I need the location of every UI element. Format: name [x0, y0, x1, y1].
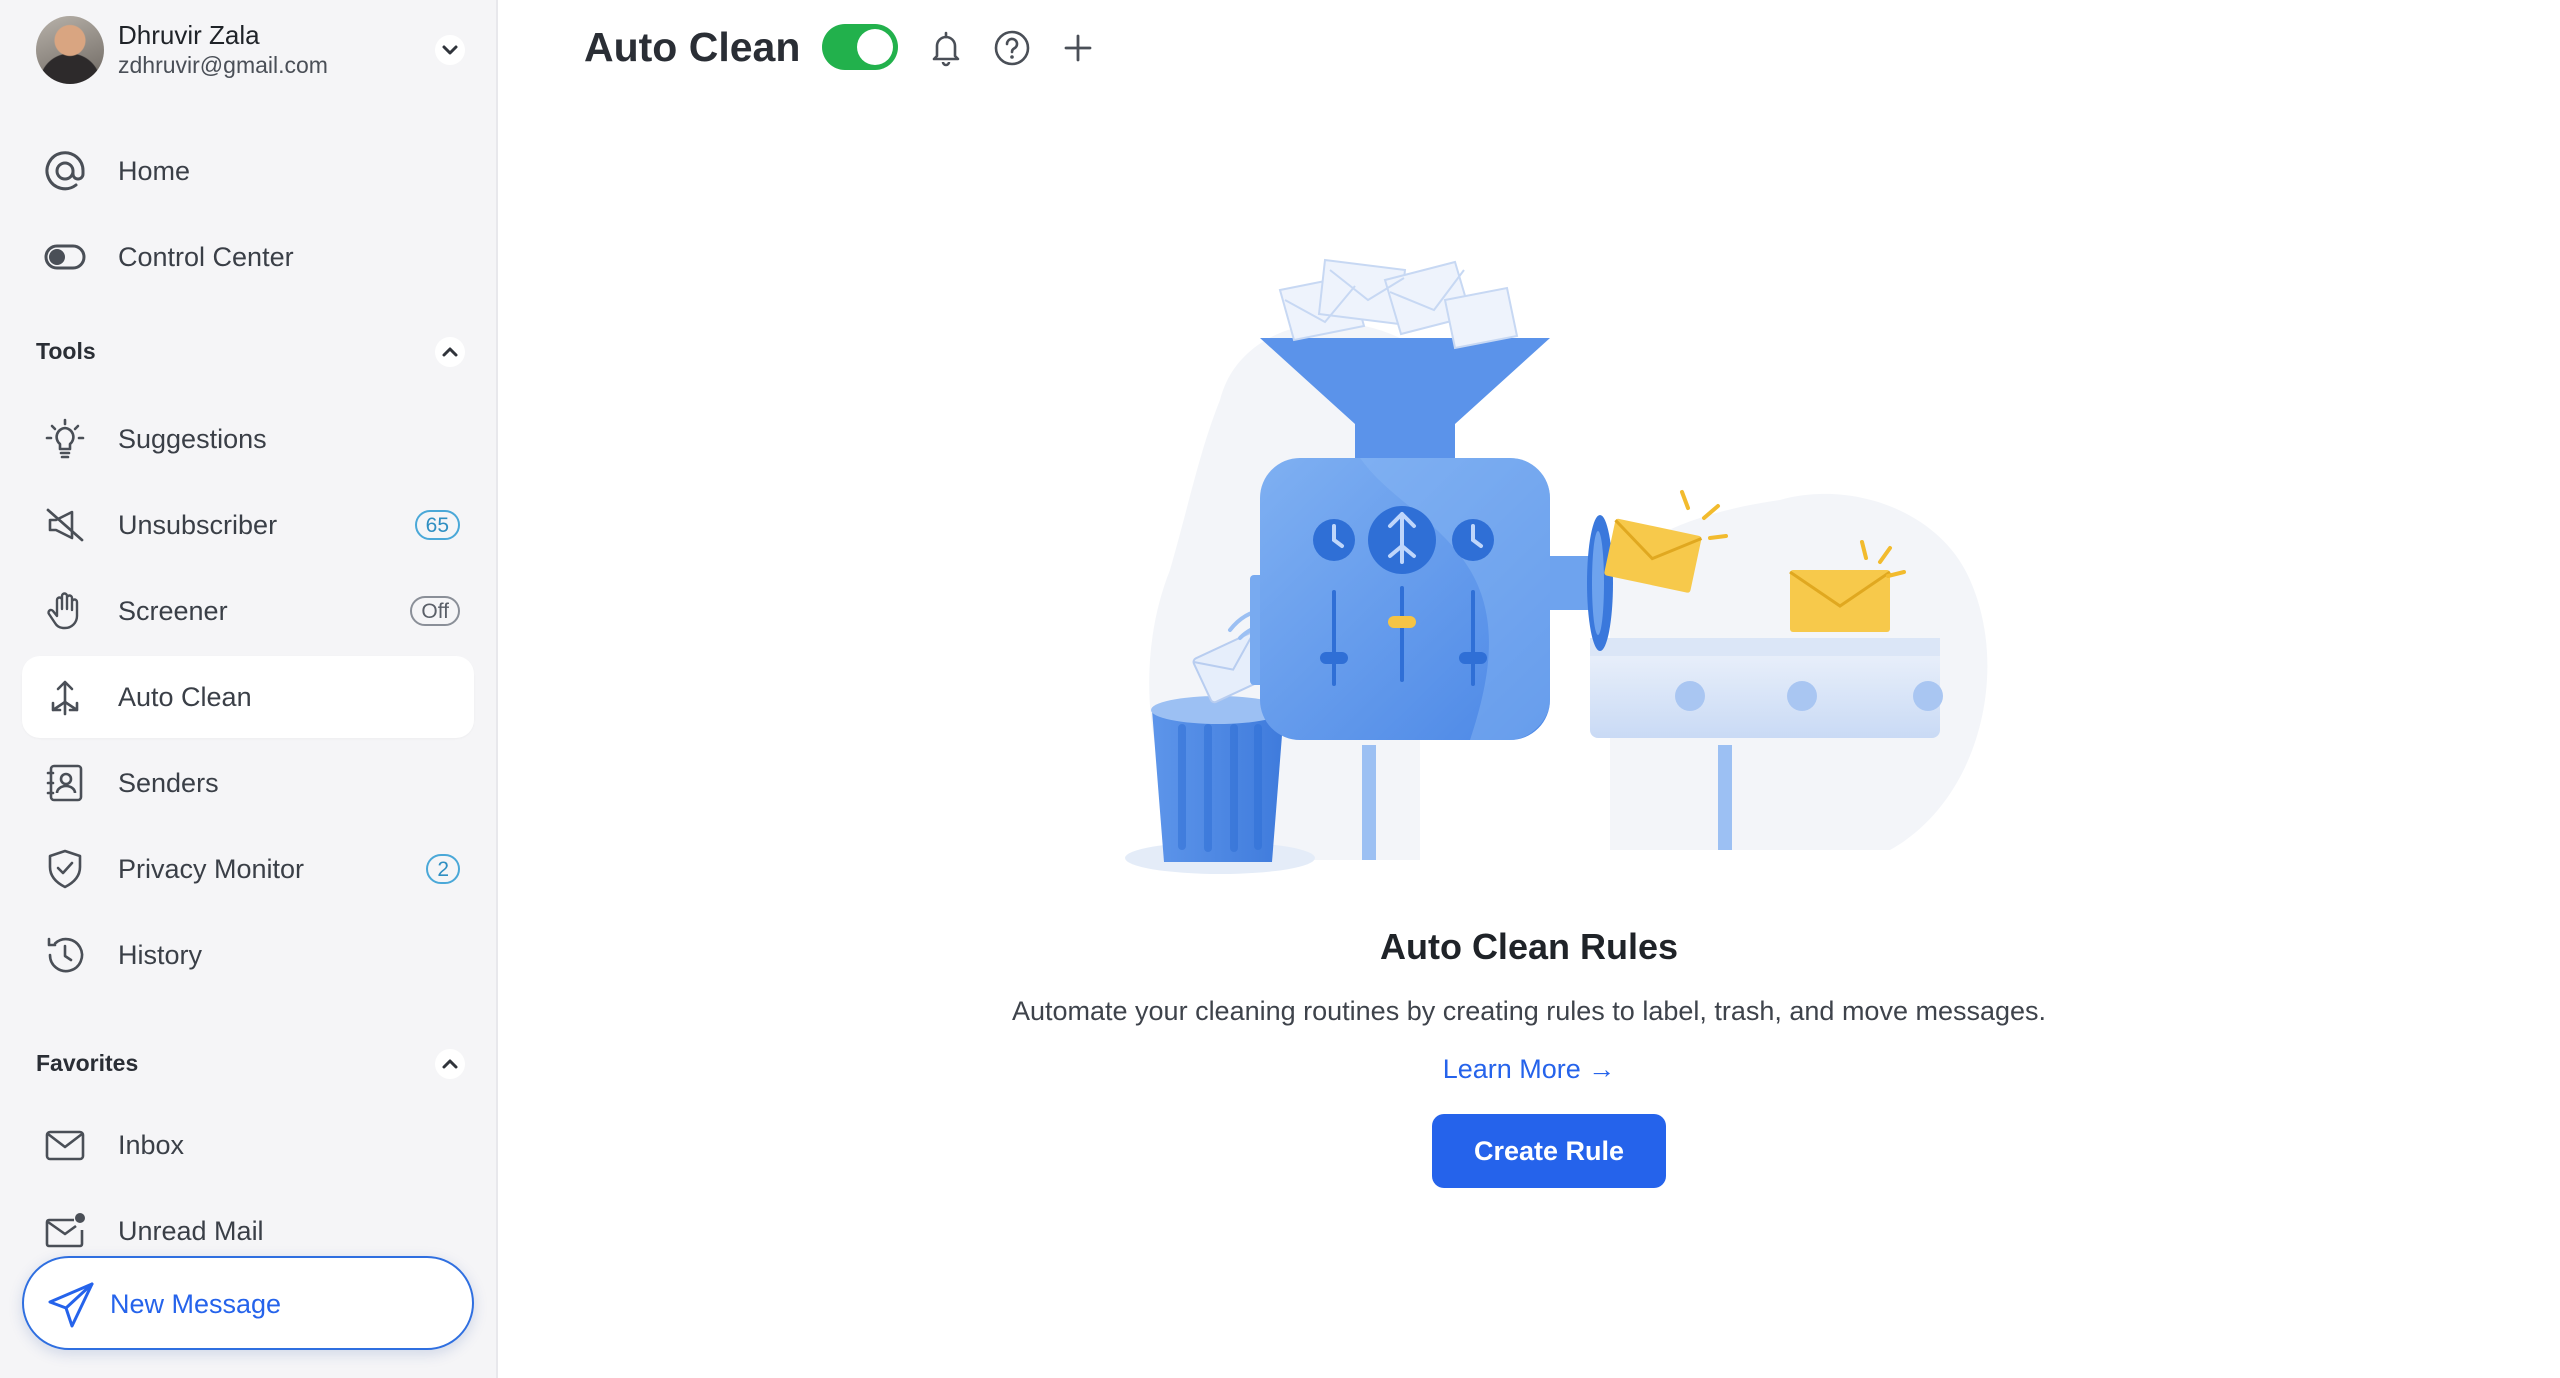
paper-plane-icon [48, 1282, 94, 1328]
auto-clean-illustration [1125, 258, 1988, 874]
chevron-up-icon[interactable] [434, 336, 466, 368]
nav-suggestions-label: Suggestions [118, 424, 267, 454]
nav-senders-label: Senders [118, 768, 219, 798]
nav-screener-label: Screener [118, 596, 228, 626]
nav-auto-clean[interactable]: Auto Clean [22, 656, 474, 738]
contact-card-icon [44, 762, 86, 804]
envelope-icon [44, 1124, 86, 1166]
nav-suggestions[interactable]: Suggestions [22, 398, 474, 480]
muted-megaphone-icon [44, 504, 86, 546]
empty-state-description: Automate your cleaning routines by creat… [1011, 996, 2047, 1026]
nav-home[interactable]: Home [22, 130, 474, 212]
empty-state-title: Auto Clean Rules [1379, 926, 1679, 967]
nav-screener[interactable]: Screener Off [22, 570, 474, 652]
profile-email: zdhruvir@gmail.com [118, 52, 328, 78]
learn-more-link-text[interactable]: Learn More → [1443, 1054, 1616, 1084]
nav-inbox[interactable]: Inbox [22, 1104, 474, 1186]
nav-privacy-monitor-label: Privacy Monitor [118, 854, 305, 884]
shield-check-icon [44, 848, 86, 890]
help-icon[interactable] [992, 28, 1032, 68]
privacy-monitor-count-badge: 2 [426, 854, 460, 884]
new-message-button[interactable]: New Message [22, 1256, 474, 1350]
learn-more-link: Learn More → [0, 1054, 2560, 1085]
bell-icon[interactable] [926, 28, 966, 68]
sidebar: Dhruvir Zala zdhruvir@gmail.com Home Con… [0, 0, 498, 1378]
unsubscriber-count-badge: 65 [414, 510, 460, 540]
chevron-down-icon[interactable] [434, 34, 466, 66]
avatar [36, 16, 104, 84]
auto-clean-toggle[interactable] [822, 24, 898, 70]
at-home-icon [44, 150, 86, 192]
envelope-unread-icon [44, 1210, 86, 1252]
toggle-knob [857, 29, 893, 65]
tools-section-title: Tools [36, 338, 96, 364]
tools-section-header[interactable]: Tools [36, 334, 466, 370]
nav-control-center-label: Control Center [118, 242, 294, 272]
nav-inbox-label: Inbox [118, 1130, 185, 1160]
nav-unread-mail-label: Unread Mail [118, 1216, 264, 1246]
new-message-label: New Message [110, 1289, 282, 1319]
auto-clean-arrows-icon [44, 676, 86, 718]
nav-home-label: Home [118, 156, 191, 186]
profile-name: Dhruvir Zala [118, 20, 260, 50]
nav-privacy-monitor[interactable]: Privacy Monitor 2 [22, 828, 474, 910]
lightbulb-icon [44, 418, 86, 460]
nav-unsubscriber[interactable]: Unsubscriber 65 [22, 484, 474, 566]
account-switcher[interactable]: Dhruvir Zala zdhruvir@gmail.com [36, 16, 466, 84]
page-title: Auto Clean [584, 24, 801, 70]
create-rule-button[interactable]: Create Rule [1432, 1114, 1666, 1188]
nav-control-center[interactable]: Control Center [22, 216, 474, 298]
toggle-icon [44, 236, 86, 278]
nav-unsubscriber-label: Unsubscriber [118, 510, 278, 540]
screener-status-badge: Off [410, 596, 460, 626]
plus-icon[interactable] [1058, 28, 1098, 68]
hand-icon [44, 590, 86, 632]
nav-senders[interactable]: Senders [22, 742, 474, 824]
nav-auto-clean-label: Auto Clean [118, 682, 252, 712]
